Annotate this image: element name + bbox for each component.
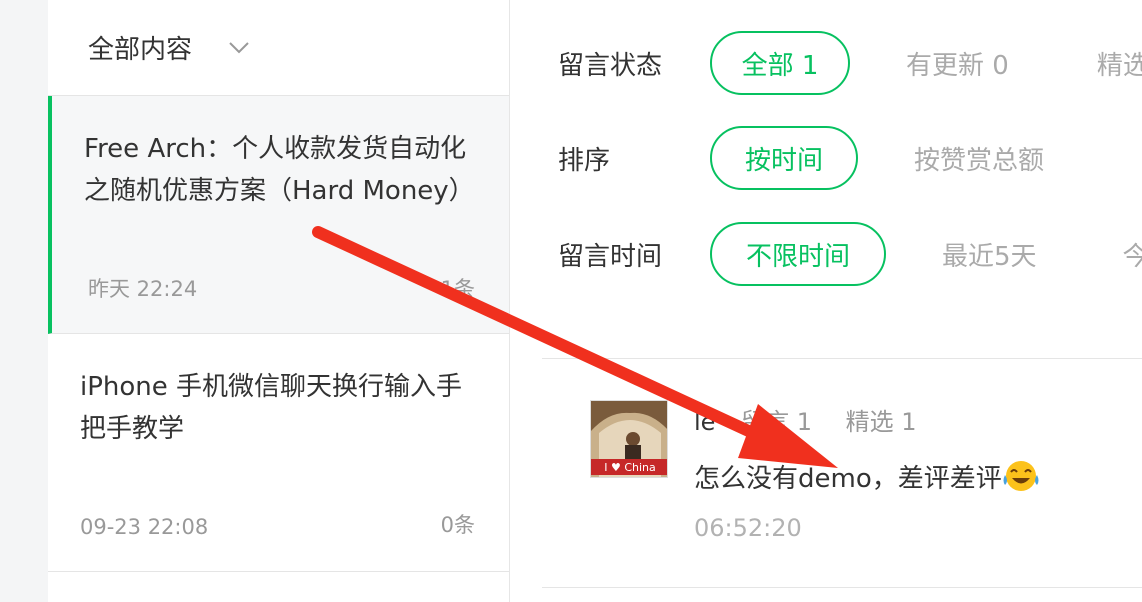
time-option-5days[interactable]: 最近5天 [942, 236, 1037, 273]
filter-row-time: 留言时间 不限时间 最近5天 今 [558, 222, 1142, 286]
article-item[interactable]: iPhone 手机微信聊天换行输入手把手教学 09-23 22:08 0条 [48, 334, 509, 572]
filter-label-sort: 排序 [558, 145, 611, 176]
divider [542, 587, 1142, 588]
content-filter-label: 全部内容 [88, 35, 193, 65]
chevron-down-icon[interactable] [228, 37, 250, 59]
filter-row-status: 留言状态 全部 1 有更新 0 精选 [558, 31, 1142, 95]
filter-row-sort: 排序 按时间 按赞赏总额 [558, 126, 1044, 190]
article-comment-count: 1条 [440, 277, 475, 301]
status-option-featured[interactable]: 精选 [1097, 45, 1142, 82]
comment-meta: le 留言 1 精选 1 [694, 402, 943, 437]
avatar-badge-text: I ♥ China [604, 461, 656, 474]
comment-time: 06:52:20 [694, 514, 802, 542]
article-time: 昨天 22:24 [88, 277, 198, 301]
article-title: iPhone 手机微信聊天换行输入手把手教学 [80, 372, 463, 444]
article-time: 09-23 22:08 [80, 515, 209, 539]
status-option-all[interactable]: 全部 1 [710, 31, 850, 95]
comment-text: 怎么没有demo，差评差评 [694, 458, 1040, 500]
comment-main-panel: 留言状态 全部 1 有更新 0 精选 排序 按时间 按赞赏总额 留言时间 不限时… [510, 0, 1142, 602]
comment-body: 怎么没有demo，差评差评 [694, 464, 1002, 494]
sort-option-reward[interactable]: 按赞赏总额 [914, 140, 1044, 177]
filter-label-status: 留言状态 [558, 50, 663, 81]
article-item-selected[interactable]: Free Arch：个人收款发货自动化之随机优惠方案（Hard Money） 昨… [48, 96, 509, 334]
author-featured-count: 精选 1 [845, 408, 917, 436]
time-option-today[interactable]: 今 [1123, 236, 1142, 273]
status-option-updated[interactable]: 有更新 0 [906, 45, 1009, 82]
content-filter-dropdown[interactable]: 全部内容 [48, 0, 509, 96]
tears-of-joy-emoji-icon [1002, 459, 1040, 500]
divider [542, 358, 1142, 359]
left-gutter [0, 0, 48, 602]
avatar[interactable]: I ♥ China [590, 400, 668, 478]
article-comment-count: 0条 [440, 513, 475, 537]
author-comment-count: 留言 1 [741, 408, 812, 436]
article-title: Free Arch：个人收款发货自动化之随机优惠方案（Hard Money） [84, 134, 475, 206]
comment-manager-page: 全部内容 Free Arch：个人收款发货自动化之随机优惠方案（Hard Mon… [0, 0, 1142, 602]
filter-label-time: 留言时间 [558, 241, 663, 272]
comment-author[interactable]: le [694, 408, 715, 436]
sort-option-time[interactable]: 按时间 [710, 126, 858, 190]
article-list-panel: 全部内容 Free Arch：个人收款发货自动化之随机优惠方案（Hard Mon… [48, 0, 510, 602]
time-option-unlimited[interactable]: 不限时间 [710, 222, 886, 286]
